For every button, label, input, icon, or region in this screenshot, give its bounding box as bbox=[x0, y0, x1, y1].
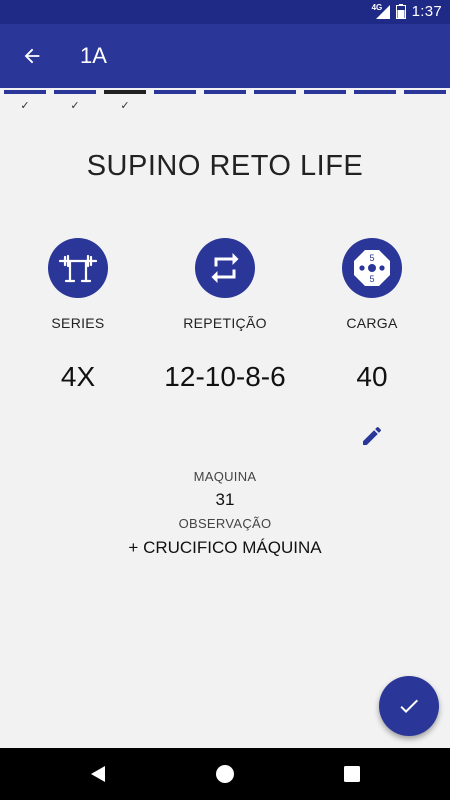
checkmark-icon: ✓ bbox=[120, 100, 130, 112]
step-8[interactable] bbox=[354, 90, 396, 116]
repetition-value: 12-10-8-6 bbox=[164, 361, 286, 392]
barbell-rack-icon bbox=[58, 254, 98, 283]
nav-back-button[interactable] bbox=[86, 762, 110, 786]
observation-value: + CRUCIFICO MÁQUINA bbox=[128, 538, 322, 557]
series-column: SERIES 4X bbox=[3, 238, 153, 393]
machine-value: 31 bbox=[215, 490, 235, 509]
step-bar bbox=[204, 90, 246, 94]
step-bar bbox=[404, 90, 446, 94]
step-bar bbox=[304, 90, 346, 94]
arrow-left-icon bbox=[24, 48, 40, 64]
system-nav-bar bbox=[0, 748, 450, 800]
weight-plate-icon: 5 5 bbox=[354, 250, 390, 286]
step-1[interactable]: ✓ bbox=[4, 90, 46, 116]
load-label: CARGA bbox=[346, 315, 398, 331]
repetition-circle bbox=[195, 238, 255, 298]
exercise-name: SUPINO RETO LIFE bbox=[86, 150, 364, 182]
step-4[interactable] bbox=[154, 90, 196, 116]
page-title: 1A bbox=[80, 43, 107, 68]
status-icons: 4G 1:37 bbox=[372, 3, 442, 21]
repetition-label: REPETIÇÃO bbox=[183, 315, 267, 331]
series-label: SERIES bbox=[51, 315, 105, 331]
network-type: 4G bbox=[371, 2, 383, 12]
step-bar bbox=[104, 90, 146, 94]
triangle-back-icon bbox=[91, 766, 105, 782]
observation-label: OBSERVAÇÃO bbox=[178, 516, 272, 531]
repetition-column: REPETIÇÃO 12-10-8-6 bbox=[150, 238, 300, 393]
checkmark-icon: ✓ bbox=[70, 100, 80, 112]
edit-load-button[interactable] bbox=[358, 422, 386, 450]
load-circle: 5 5 bbox=[342, 238, 402, 298]
circle-home-icon bbox=[216, 765, 234, 783]
pencil-icon bbox=[363, 426, 382, 445]
nav-home-button[interactable] bbox=[213, 762, 237, 786]
step-bar bbox=[354, 90, 396, 94]
step-3[interactable]: ✓ bbox=[104, 90, 146, 116]
status-bar: 4G 1:37 bbox=[0, 0, 450, 24]
series-circle bbox=[48, 238, 108, 298]
step-2[interactable]: ✓ bbox=[54, 90, 96, 116]
checkmark-icon: ✓ bbox=[20, 100, 30, 112]
repeat-icon bbox=[211, 253, 239, 283]
check-icon bbox=[400, 699, 418, 713]
step-bar bbox=[254, 90, 296, 94]
plate-number-top: 5 bbox=[369, 253, 374, 263]
step-9[interactable] bbox=[404, 90, 446, 116]
step-7[interactable] bbox=[304, 90, 346, 116]
load-value: 40 bbox=[356, 361, 388, 392]
step-6[interactable] bbox=[254, 90, 296, 116]
step-indicator: ✓ ✓ ✓ bbox=[4, 90, 450, 116]
step-5[interactable] bbox=[204, 90, 246, 116]
nav-recents-button[interactable] bbox=[340, 762, 364, 786]
battery-icon bbox=[395, 4, 406, 19]
machine-label: MAQUINA bbox=[193, 469, 257, 484]
step-bar bbox=[154, 90, 196, 94]
step-bar bbox=[4, 90, 46, 94]
load-column: 5 5 CARGA 40 bbox=[297, 238, 447, 393]
status-time: 1:37 bbox=[411, 3, 442, 20]
series-value: 4X bbox=[60, 361, 96, 392]
back-button[interactable] bbox=[18, 42, 46, 70]
step-bar bbox=[54, 90, 96, 94]
signal-icon: 4G bbox=[372, 3, 390, 19]
square-recents-icon bbox=[344, 766, 360, 782]
confirm-button[interactable] bbox=[379, 676, 439, 736]
app-bar: 1A bbox=[0, 24, 450, 88]
plate-number-bottom: 5 bbox=[369, 274, 374, 284]
